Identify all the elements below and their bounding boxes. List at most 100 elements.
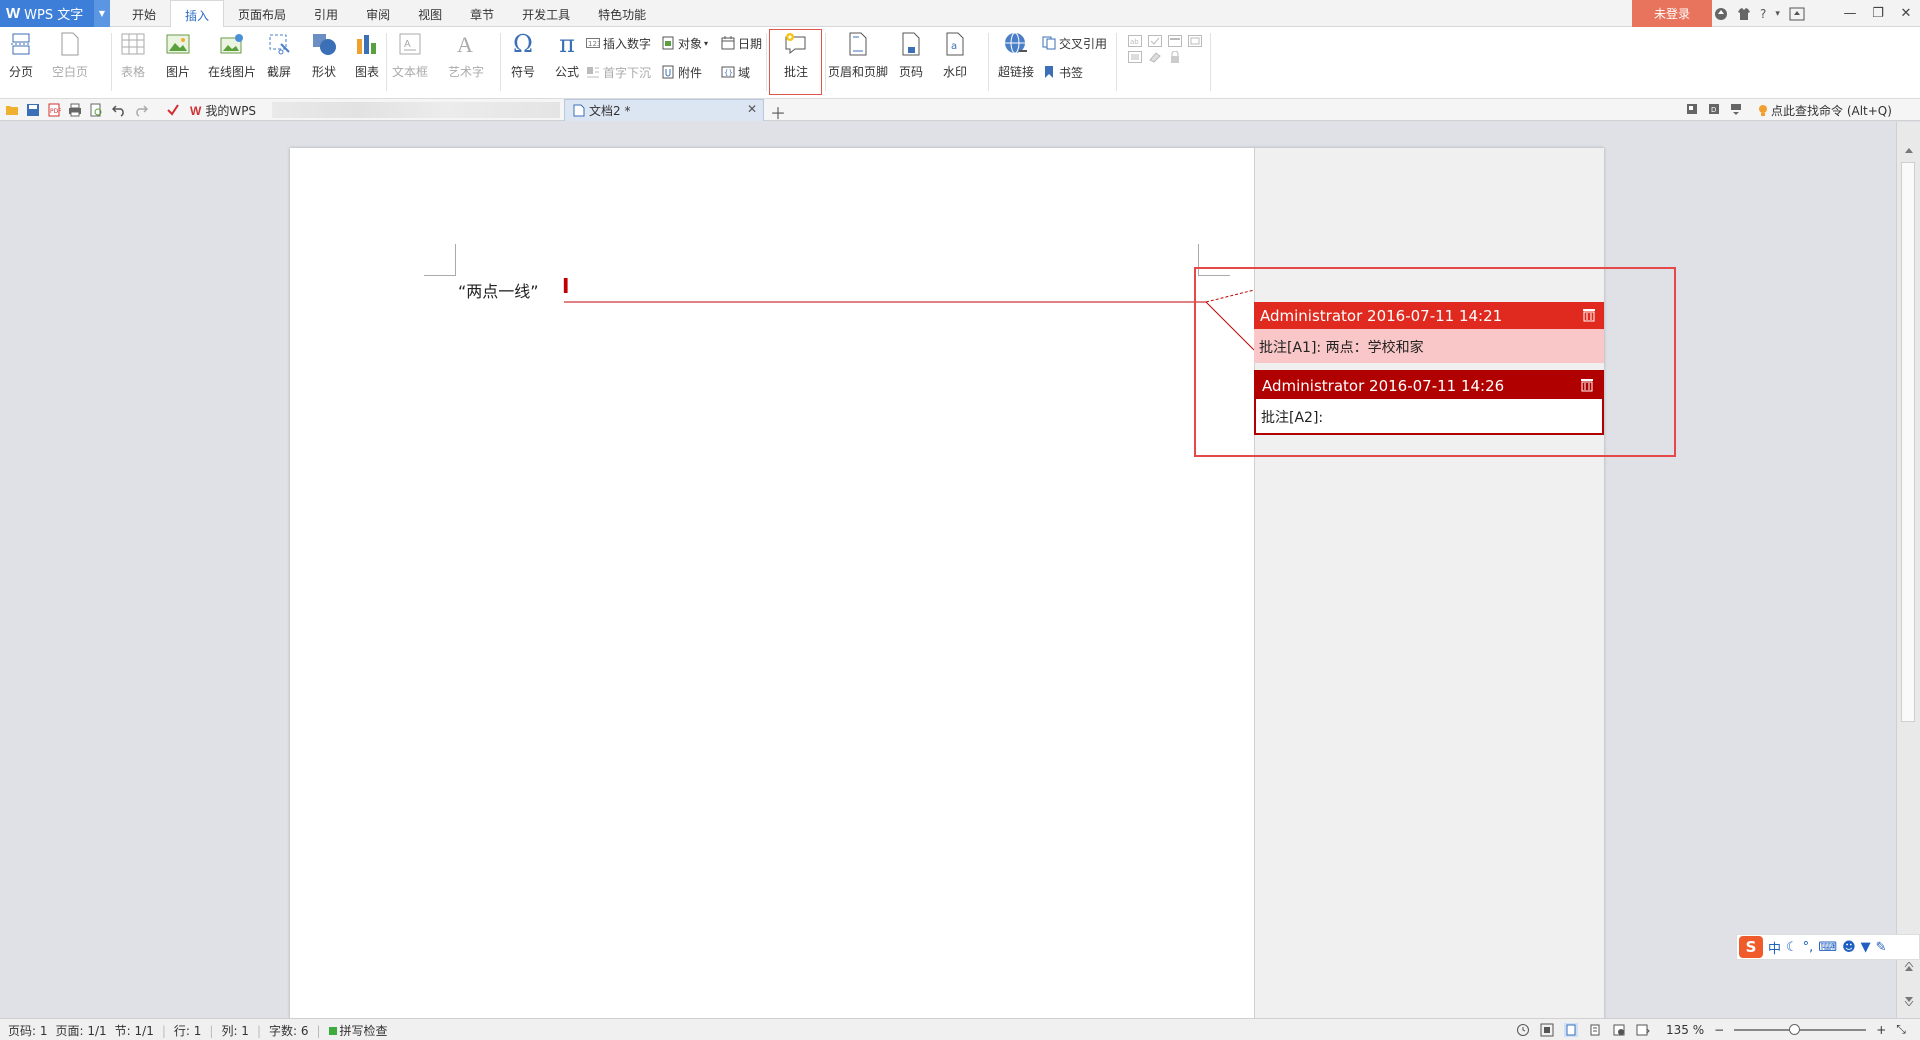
tab-chapter[interactable]: 章节 [456, 0, 508, 27]
upload-icon[interactable] [1789, 7, 1805, 21]
tab-home[interactable]: 开始 [118, 0, 170, 27]
svg-text:PDF: PDF [50, 108, 61, 115]
tab-special[interactable]: 特色功能 [584, 0, 660, 27]
svg-text:A: A [404, 39, 411, 50]
close-icon[interactable]: ✕ [1892, 0, 1920, 27]
form-eraser-icon[interactable] [1148, 51, 1162, 63]
help-icon[interactable]: ? [1760, 7, 1766, 21]
restore-icon[interactable]: ❐ [1864, 0, 1892, 27]
screenshot-button[interactable]: 截屏 [266, 31, 292, 80]
page-number-button[interactable]: 页码 [898, 31, 924, 80]
export-pdf-icon[interactable]: PDF [47, 103, 61, 117]
punctuation-icon[interactable]: °, [1803, 940, 1814, 955]
form-textbox-icon[interactable]: ab [1128, 35, 1142, 47]
hyperlink-button[interactable]: 超链接 [998, 31, 1034, 80]
tab-developer[interactable]: 开发工具 [508, 0, 584, 27]
moon-icon[interactable]: ☾ [1786, 940, 1798, 955]
tab-page-layout[interactable]: 页面布局 [224, 0, 300, 27]
print-preview-icon[interactable] [89, 103, 103, 117]
comment-button[interactable]: 批注 [783, 31, 809, 80]
outline-view-icon[interactable] [1588, 1023, 1602, 1037]
zoom-slider-knob[interactable] [1788, 1023, 1800, 1035]
tab-document2[interactable]: 文档2 * ✕ [564, 99, 764, 121]
prev-page-icon[interactable] [1897, 962, 1920, 974]
redo-icon[interactable] [134, 103, 148, 117]
web-view-icon[interactable] [1612, 1023, 1626, 1037]
help-dropdown-icon[interactable]: ▾ [1775, 9, 1780, 19]
save-icon[interactable] [26, 103, 40, 117]
dropcap-button[interactable]: 首字下沉 [586, 63, 651, 81]
chevron-down-icon[interactable]: ▼ [94, 0, 110, 27]
online-picture-button[interactable]: 在线图片 [208, 31, 256, 80]
collapse-ribbon-icon[interactable] [1730, 103, 1742, 115]
new-tab-icon[interactable]: ＋ [770, 100, 786, 124]
tab-references[interactable]: 引用 [300, 0, 352, 27]
history-icon[interactable] [1516, 1023, 1530, 1037]
tools-icon[interactable]: ✎ [1876, 940, 1887, 955]
textbox-button[interactable]: A 文本框 [392, 31, 428, 80]
tab-insert[interactable]: 插入 [170, 0, 225, 28]
symbol-button[interactable]: Ω 符号 [510, 30, 536, 80]
attachment-button[interactable]: 附件 [661, 63, 702, 81]
tab-mywps[interactable]: W 我的WPS [190, 102, 256, 119]
undo-icon[interactable] [112, 103, 126, 117]
print-icon[interactable] [68, 103, 82, 117]
status-row: 行: 1 [173, 1024, 202, 1038]
find-command-box[interactable]: 点此查找命令 (Alt+Q) [1758, 102, 1892, 119]
watermark-button[interactable]: a 水印 [942, 31, 968, 80]
form-combobox-icon[interactable] [1168, 35, 1182, 47]
customize-icon[interactable] [166, 103, 180, 117]
chart-button[interactable]: 图表 [354, 31, 380, 80]
zoom-in-icon[interactable]: + [1876, 1023, 1886, 1037]
picture-button[interactable]: 图片 [165, 31, 191, 80]
bookmark-button[interactable]: 书签 [1042, 63, 1083, 81]
fullscreen-icon[interactable]: ⤡ [1896, 1022, 1906, 1037]
document-mode-icon[interactable]: D [1708, 103, 1720, 115]
page-break-button[interactable]: 分页 [8, 31, 34, 80]
form-shading-icon[interactable] [1128, 51, 1142, 63]
blank-page-button[interactable]: 空白页 [52, 31, 88, 80]
wordart-button[interactable]: A 艺术字 [448, 31, 484, 80]
page-view-icon[interactable] [1564, 1022, 1578, 1037]
close-tab-icon[interactable]: ✕ [747, 102, 757, 116]
tab-view[interactable]: 视图 [404, 0, 456, 27]
table-button[interactable]: 表格 [120, 31, 146, 80]
zoom-level[interactable]: 135 % [1666, 1023, 1704, 1037]
minimize-icon[interactable]: — [1836, 0, 1864, 27]
formula-button[interactable]: π 公式 [554, 30, 580, 80]
form-frame-icon[interactable] [1188, 35, 1202, 47]
object-button[interactable]: 对象 ▾ [661, 34, 708, 52]
ime-toolbar[interactable]: S 中 ☾ °, ⌨ ☻ ▼ ✎ [1736, 934, 1920, 960]
cross-reference-button[interactable]: 交叉引用 [1042, 34, 1107, 52]
keyboard-icon[interactable]: ⌨ [1818, 940, 1837, 955]
header-footer-button[interactable]: 页眉和页脚 [828, 31, 888, 80]
spell-check-toggle[interactable]: 拼写检查 [328, 1022, 388, 1039]
field-button[interactable]: {} 域 [721, 63, 750, 81]
ime-language[interactable]: 中 [1768, 938, 1781, 957]
object-dropdown-icon[interactable]: ▾ [704, 39, 708, 48]
form-lock-icon[interactable] [1168, 51, 1182, 63]
reading-view-icon[interactable] [1636, 1023, 1650, 1037]
scrollbar-thumb[interactable] [1901, 162, 1915, 722]
zoom-out-icon[interactable]: − [1714, 1023, 1724, 1037]
blurred-document-tab[interactable] [272, 102, 560, 118]
insert-number-button[interactable]: 123 插入数字 [586, 34, 651, 52]
form-checkbox-icon[interactable] [1148, 35, 1162, 47]
scroll-up-icon[interactable] [1897, 144, 1920, 156]
zoom-slider[interactable] [1734, 1023, 1867, 1035]
date-button[interactable]: 日期 [721, 34, 762, 52]
skin-shirt-icon[interactable]: ▼ [1861, 940, 1871, 955]
app-menu-button[interactable]: W WPS 文字 ▼ [0, 0, 110, 27]
shapes-button[interactable]: 形状 [311, 31, 337, 80]
next-page-icon[interactable] [1897, 994, 1920, 1006]
user-icon[interactable]: ☻ [1842, 940, 1856, 955]
status-words[interactable]: 字数: 6 [269, 1022, 309, 1039]
shirt-icon[interactable] [1737, 7, 1751, 21]
vertical-scrollbar[interactable] [1896, 122, 1920, 1018]
fit-window-icon[interactable] [1540, 1023, 1554, 1037]
open-folder-icon[interactable] [5, 103, 19, 117]
view-mode-icon[interactable] [1686, 103, 1698, 115]
skin-icon[interactable] [1714, 7, 1728, 21]
login-button[interactable]: 未登录 [1632, 0, 1712, 27]
tab-review[interactable]: 审阅 [352, 0, 404, 27]
